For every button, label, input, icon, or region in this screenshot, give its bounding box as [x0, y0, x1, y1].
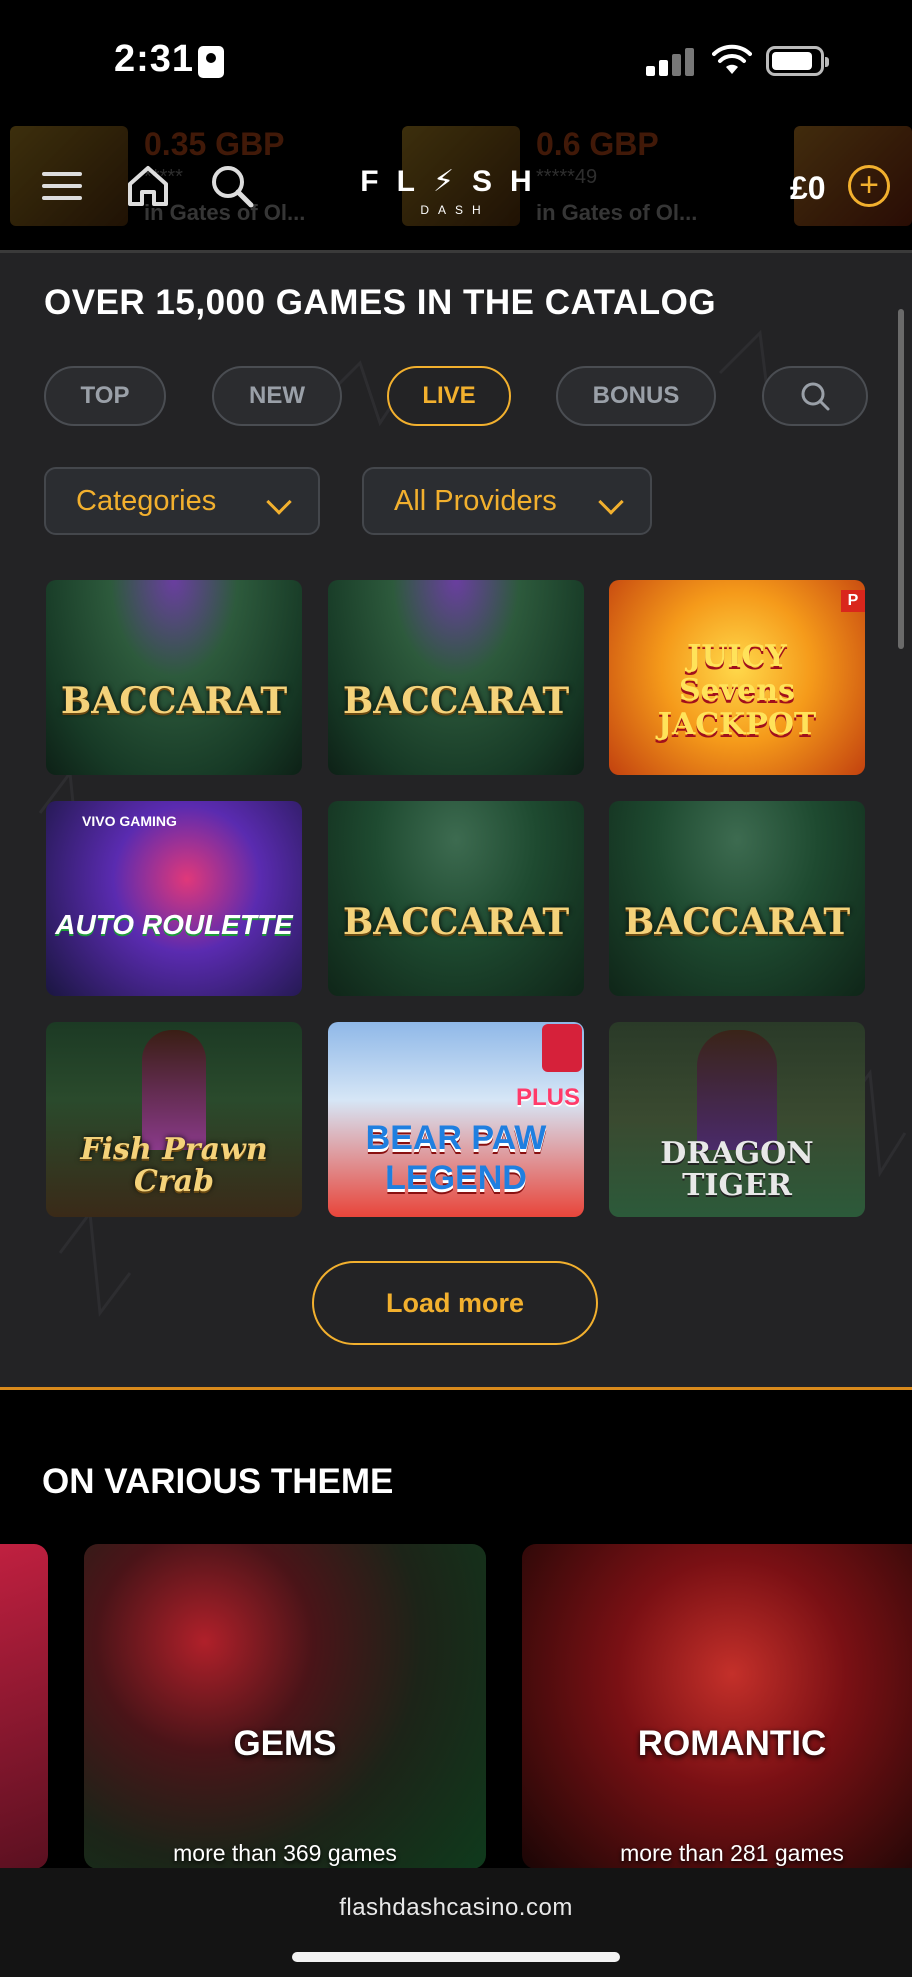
- provider-name: VIVO GAMING: [82, 813, 177, 829]
- themes-title: ON VARIOUS THEME: [42, 1462, 394, 1501]
- dropdown-label: All Providers: [394, 485, 557, 517]
- game-title: BACCARAT: [623, 901, 851, 943]
- theme-name: ROMANTIC: [637, 1724, 827, 1763]
- catalog-title: OVER 15,000 GAMES IN THE CATALOG: [44, 283, 717, 322]
- status-time: 2:31: [114, 38, 195, 80]
- theme-card-romantic[interactable]: ROMANTIC more than 281 games: [522, 1544, 912, 1869]
- chevron-down-icon: [598, 489, 624, 515]
- provider-badge: [542, 1024, 582, 1072]
- providers-dropdown[interactable]: All Providers: [362, 467, 652, 535]
- theme-count: more than 281 games: [620, 1840, 844, 1866]
- game-tile[interactable]: BACCARAT: [328, 801, 584, 996]
- dealer-figure: [697, 1030, 777, 1150]
- game-title: BACCARAT: [60, 680, 288, 722]
- game-tile[interactable]: BACCARAT: [328, 580, 584, 775]
- categories-dropdown[interactable]: Categories: [44, 467, 320, 535]
- dropdown-label: Categories: [76, 485, 217, 517]
- tab-live[interactable]: LIVE: [387, 366, 511, 426]
- home-indicator[interactable]: [292, 1952, 620, 1962]
- cellular-signal-icon: [646, 48, 696, 76]
- tab-new[interactable]: NEW: [212, 366, 342, 426]
- game-title: Fish Prawn Crab: [80, 1132, 268, 1199]
- game-tile[interactable]: Fish Prawn Crab: [46, 1022, 302, 1217]
- wifi-icon: [712, 44, 752, 74]
- plus-badge: PLUS: [515, 1084, 580, 1111]
- site-header: 0.35 GBP ***** in Gates of Ol... 0.6 GBP…: [0, 120, 912, 242]
- theme-card-gems[interactable]: GEMS more than 369 games: [84, 1544, 486, 1869]
- theme-card-partial[interactable]: [0, 1544, 48, 1869]
- url-text: flashdashcasino.com: [339, 1894, 573, 1921]
- browser-url-bar[interactable]: flashdashcasino.com: [0, 1868, 912, 1977]
- tab-top[interactable]: TOP: [44, 366, 166, 426]
- chevron-down-icon: [266, 489, 292, 515]
- menu-icon[interactable]: [38, 162, 86, 210]
- game-title: BEAR PAW LEGEND: [365, 1119, 547, 1197]
- game-tile[interactable]: BACCARAT: [46, 580, 302, 775]
- battery-icon: [766, 46, 829, 76]
- home-icon[interactable]: [124, 162, 172, 210]
- search-icon: [801, 382, 830, 411]
- section-divider: [0, 1387, 912, 1390]
- provider-badge: P: [841, 590, 865, 612]
- game-title: BACCARAT: [342, 680, 570, 722]
- search-icon[interactable]: [208, 162, 256, 210]
- theme-name: GEMS: [233, 1724, 337, 1763]
- game-tile[interactable]: DRAGON TIGER: [609, 1022, 865, 1217]
- game-tile[interactable]: VIVO GAMING AUTO ROULETTE: [46, 801, 302, 996]
- site-logo[interactable]: FL⚡SH DASH: [350, 164, 560, 224]
- game-tile[interactable]: PLUS BEAR PAW LEGEND: [328, 1022, 584, 1217]
- game-tile[interactable]: P JUICY Sevens JACKPOT: [609, 580, 865, 775]
- deposit-button[interactable]: +: [848, 165, 890, 207]
- game-title: JUICY Sevens JACKPOT: [657, 639, 817, 742]
- game-title: AUTO ROULETTE: [55, 909, 293, 940]
- scrollbar[interactable]: [898, 309, 904, 649]
- catalog-section: OVER 15,000 GAMES IN THE CATALOG TOP NEW…: [0, 253, 912, 1387]
- theme-count: more than 369 games: [173, 1840, 397, 1866]
- game-tile[interactable]: BACCARAT: [609, 801, 865, 996]
- contact-card-icon: [198, 46, 224, 78]
- catalog-search-button[interactable]: [762, 366, 868, 426]
- game-title: BACCARAT: [342, 901, 570, 943]
- load-more-button[interactable]: Load more: [312, 1261, 598, 1345]
- balance-display: £0: [790, 170, 826, 206]
- tab-bonus[interactable]: BONUS: [556, 366, 716, 426]
- status-bar: 2:31: [0, 0, 912, 120]
- game-title: DRAGON TIGER: [660, 1136, 814, 1203]
